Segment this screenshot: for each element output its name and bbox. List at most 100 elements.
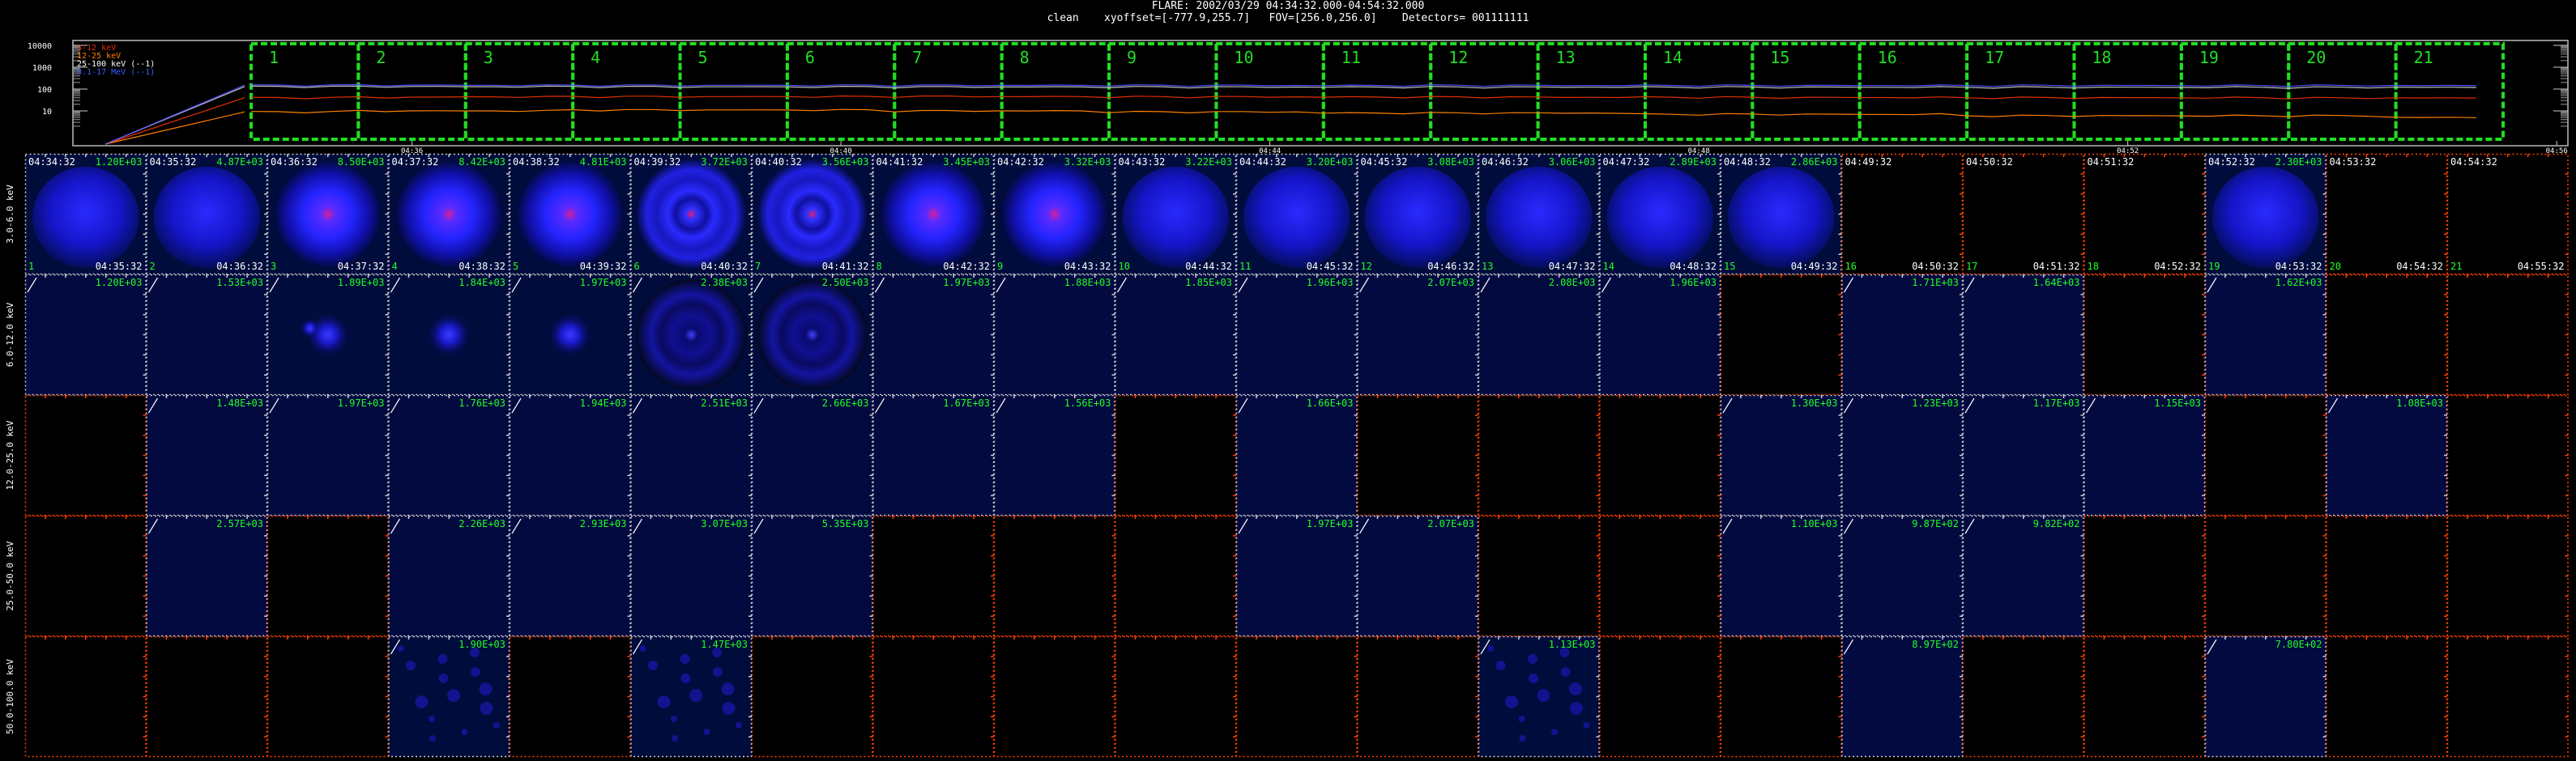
- image-cell[interactable]: 3.08E+03 04:45:32 04:46:32 12: [1357, 153, 1479, 275]
- image-cell[interactable]: 1.56E+03: [993, 394, 1115, 517]
- image-cell[interactable]: 1.15E+03: [2083, 394, 2206, 517]
- image-cell[interactable]: 3.56E+03 04:40:32 04:41:32 7: [751, 153, 873, 275]
- image-cell[interactable]: [1599, 515, 1721, 637]
- image-cell[interactable]: [2326, 636, 2448, 758]
- image-cell[interactable]: [751, 636, 873, 758]
- image-cell[interactable]: 1.94E+03: [509, 394, 631, 517]
- image-cell[interactable]: 04:53:32 04:54:32 20: [2326, 153, 2448, 275]
- image-cell[interactable]: [146, 636, 268, 758]
- image-cell[interactable]: [2326, 515, 2448, 637]
- image-cell[interactable]: 1.76E+03: [388, 394, 510, 517]
- image-cell[interactable]: 1.97E+03: [509, 274, 631, 396]
- image-cell[interactable]: [1478, 515, 1600, 637]
- image-cell[interactable]: 1.47E+03: [630, 636, 753, 758]
- image-cell[interactable]: 3.06E+03 04:46:32 04:47:32 13: [1478, 153, 1600, 275]
- image-cell[interactable]: [2083, 636, 2206, 758]
- image-cell[interactable]: [24, 515, 147, 637]
- image-cell[interactable]: 1.66E+03: [1235, 394, 1358, 517]
- image-cell[interactable]: [1720, 274, 1842, 396]
- image-cell[interactable]: [1720, 636, 1842, 758]
- image-cell[interactable]: 2.07E+03: [1357, 274, 1479, 396]
- image-cell[interactable]: 1.53E+03: [146, 274, 268, 396]
- image-cell[interactable]: 1.17E+03: [1962, 394, 2084, 517]
- image-cell[interactable]: [2446, 274, 2569, 396]
- image-cell[interactable]: 3.72E+03 04:39:32 04:40:32 6: [630, 153, 753, 275]
- image-cell[interactable]: 3.20E+03 04:44:32 04:45:32 11: [1235, 153, 1358, 275]
- image-cell[interactable]: 1.08E+03: [2326, 394, 2448, 517]
- image-cell[interactable]: [2446, 636, 2569, 758]
- image-cell[interactable]: 04:54:32 04:55:32 21: [2446, 153, 2569, 275]
- image-cell[interactable]: [1962, 636, 2084, 758]
- image-cell[interactable]: 3.45E+03 04:41:32 04:42:32 8: [872, 153, 995, 275]
- image-cell[interactable]: [1478, 394, 1600, 517]
- image-cell[interactable]: [2083, 274, 2206, 396]
- image-cell[interactable]: 1.89E+03: [267, 274, 389, 396]
- image-cell[interactable]: 1.97E+03: [267, 394, 389, 517]
- image-cell[interactable]: 1.97E+03: [872, 274, 995, 396]
- image-cell[interactable]: 1.84E+03: [388, 274, 510, 396]
- image-cell[interactable]: 7.80E+02: [2204, 636, 2327, 758]
- image-cell[interactable]: 2.93E+03: [509, 515, 631, 637]
- image-cell[interactable]: 1.97E+03: [1235, 515, 1358, 637]
- image-cell[interactable]: 1.62E+03: [2204, 274, 2327, 396]
- image-cell[interactable]: 4.81E+03 04:38:32 04:39:32 5: [509, 153, 631, 275]
- image-cell[interactable]: 4.87E+03 04:35:32 04:36:32 2: [146, 153, 268, 275]
- image-cell[interactable]: [2446, 394, 2569, 517]
- image-cell[interactable]: 1.64E+03: [1962, 274, 2084, 396]
- image-cell[interactable]: [1357, 394, 1479, 517]
- image-cell[interactable]: 1.71E+03: [1841, 274, 1964, 396]
- image-cell[interactable]: [993, 515, 1115, 637]
- image-cell[interactable]: 8.42E+03 04:37:32 04:38:32 4: [388, 153, 510, 275]
- image-cell[interactable]: [2326, 274, 2448, 396]
- image-cell[interactable]: [24, 636, 147, 758]
- image-cell[interactable]: [2083, 515, 2206, 637]
- image-cell[interactable]: 2.66E+03: [751, 394, 873, 517]
- image-cell[interactable]: [993, 636, 1115, 758]
- image-cell[interactable]: 1.30E+03: [1720, 394, 1842, 517]
- image-cell[interactable]: 9.87E+02: [1841, 515, 1964, 637]
- image-cell[interactable]: 5.35E+03: [751, 515, 873, 637]
- image-cell[interactable]: 2.08E+03: [1478, 274, 1600, 396]
- image-cell[interactable]: 1.20E+03: [24, 274, 147, 396]
- image-cell[interactable]: [24, 394, 147, 517]
- image-cell[interactable]: [1599, 394, 1721, 517]
- image-cell[interactable]: 2.89E+03 04:47:32 04:48:32 14: [1599, 153, 1721, 275]
- image-cell[interactable]: [872, 515, 995, 637]
- image-cell[interactable]: 2.57E+03: [146, 515, 268, 637]
- image-cell[interactable]: 2.50E+03: [751, 274, 873, 396]
- image-cell[interactable]: 3.32E+03 04:42:32 04:43:32 9: [993, 153, 1115, 275]
- image-cell[interactable]: 8.50E+03 04:36:32 04:37:32 3: [267, 153, 389, 275]
- image-cell[interactable]: 2.51E+03: [630, 394, 753, 517]
- image-cell[interactable]: 1.88E+03: [993, 274, 1115, 396]
- image-cell[interactable]: 1.85E+03: [1115, 274, 1237, 396]
- image-cell[interactable]: 1.20E+03 04:34:32 04:35:32 1: [24, 153, 147, 275]
- image-cell[interactable]: 04:49:32 04:50:32 16: [1841, 153, 1964, 275]
- image-cell[interactable]: [1115, 636, 1237, 758]
- image-cell[interactable]: [1235, 636, 1358, 758]
- image-cell[interactable]: [1599, 636, 1721, 758]
- image-cell[interactable]: [2204, 515, 2327, 637]
- image-cell[interactable]: 2.86E+03 04:48:32 04:49:32 15: [1720, 153, 1842, 275]
- image-cell[interactable]: 1.10E+03: [1720, 515, 1842, 637]
- image-cell[interactable]: [872, 636, 995, 758]
- image-cell[interactable]: 2.26E+03: [388, 515, 510, 637]
- image-cell[interactable]: 9.82E+02: [1962, 515, 2084, 637]
- image-cell[interactable]: 2.07E+03: [1357, 515, 1479, 637]
- image-cell[interactable]: [509, 636, 631, 758]
- image-cell[interactable]: [267, 515, 389, 637]
- image-cell[interactable]: 04:50:32 04:51:32 17: [1962, 153, 2084, 275]
- image-cell[interactable]: [1357, 636, 1479, 758]
- image-cell[interactable]: 2.30E+03 04:52:32 04:53:32 19: [2204, 153, 2327, 275]
- image-cell[interactable]: [1115, 515, 1237, 637]
- image-cell[interactable]: 1.96E+03: [1235, 274, 1358, 396]
- image-cell[interactable]: 1.67E+03: [872, 394, 995, 517]
- image-cell[interactable]: [1115, 394, 1237, 517]
- image-cell[interactable]: 1.90E+03: [388, 636, 510, 758]
- image-cell[interactable]: [267, 636, 389, 758]
- image-cell[interactable]: 3.22E+03 04:43:32 04:44:32 10: [1115, 153, 1237, 275]
- image-cell[interactable]: 1.23E+03: [1841, 394, 1964, 517]
- image-cell[interactable]: 1.96E+03: [1599, 274, 1721, 396]
- image-cell[interactable]: [2446, 515, 2569, 637]
- image-cell[interactable]: 1.13E+03: [1478, 636, 1600, 758]
- image-cell[interactable]: 1.48E+03: [146, 394, 268, 517]
